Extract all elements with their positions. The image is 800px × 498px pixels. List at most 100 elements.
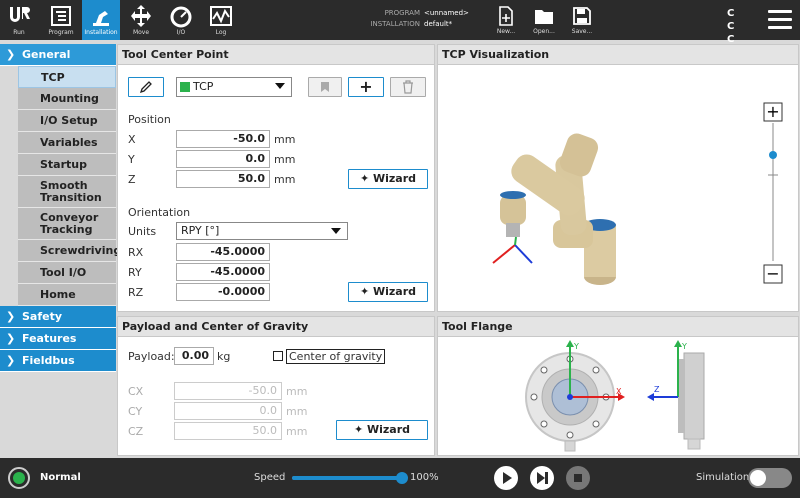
units-select-value: RPY [°]	[181, 224, 220, 237]
cz-input: 50.0	[174, 422, 282, 440]
step-button[interactable]	[530, 466, 554, 490]
units-select[interactable]: RPY [°]	[176, 222, 348, 240]
stop-button[interactable]	[566, 466, 590, 490]
tab-run[interactable]: Run	[0, 0, 38, 40]
sidebar-item-mounting[interactable]: Mounting	[18, 88, 116, 110]
tab-log[interactable]: Log	[202, 0, 240, 40]
bookmark-icon	[321, 82, 329, 92]
rx-input[interactable]: -45.0000	[176, 243, 270, 261]
payload-wizard-label: Wizard	[367, 423, 411, 436]
add-tcp-button[interactable]: +	[348, 77, 384, 97]
power-status-button[interactable]	[8, 467, 30, 489]
move-arrows-icon	[131, 5, 151, 27]
tab-move[interactable]: Move	[122, 0, 160, 40]
cog-checkbox[interactable]	[273, 351, 283, 361]
sidebar-section-fieldbus-label: Fieldbus	[22, 354, 75, 367]
open-button[interactable]: Open...	[525, 0, 563, 40]
tab-program-label: Program	[48, 29, 74, 36]
save-button[interactable]: Save...	[563, 0, 601, 40]
simulation-toggle[interactable]	[748, 468, 792, 488]
chevron-down-icon	[331, 228, 341, 234]
speed-slider-fill	[292, 476, 402, 480]
tab-installation[interactable]: Installation	[82, 0, 120, 40]
tab-move-label: Move	[132, 29, 150, 36]
wand-icon: ✦	[359, 172, 373, 185]
x-input[interactable]: -50.0	[176, 130, 270, 148]
sidebar-item-conveyor-tracking[interactable]: Conveyor Tracking	[18, 208, 116, 240]
z-input[interactable]: 50.0	[176, 170, 270, 188]
y-label: Y	[128, 153, 135, 166]
sidebar-section-safety-label: Safety	[22, 310, 63, 323]
new-label: New...	[496, 28, 516, 35]
tab-io-label: I/O	[176, 29, 186, 36]
x-unit: mm	[274, 133, 296, 146]
flange-diagram: Y X Y Z	[525, 340, 705, 452]
sidebar-section-general[interactable]: ❯ General	[0, 44, 116, 66]
play-icon	[503, 472, 512, 484]
ry-input[interactable]: -45.0000	[176, 263, 270, 281]
speed-slider-handle[interactable]	[396, 472, 408, 484]
speed-value: 100%	[410, 472, 439, 483]
orientation-label: Orientation	[128, 206, 191, 219]
sidebar-section-features[interactable]: ❯ Features	[0, 328, 116, 350]
cog-label[interactable]: Center of gravity	[286, 349, 386, 364]
y-input[interactable]: 0.0	[176, 150, 270, 168]
sidebar-item-tool-io[interactable]: Tool I/O	[18, 262, 116, 284]
tcp-select-value: TCP	[193, 80, 214, 93]
speed-slider[interactable]	[292, 472, 408, 484]
rz-label: RZ	[128, 286, 144, 299]
plus-icon: +	[766, 102, 779, 121]
chevron-down-icon: ❯	[6, 48, 16, 61]
payload-panel: Payload and Center of Gravity Payload: 0…	[117, 316, 435, 456]
installation-name: default*	[424, 20, 453, 28]
edit-tcp-button[interactable]	[128, 77, 164, 97]
robot-3d-view[interactable]: + −	[438, 65, 798, 311]
z-unit: mm	[274, 173, 296, 186]
delete-tcp-button[interactable]	[390, 77, 426, 97]
rz-input[interactable]: -0.0000	[176, 283, 270, 301]
flange-side-axis-y-label: Y	[681, 342, 687, 351]
sidebar-item-smooth-transition[interactable]: Smooth Transition	[18, 176, 116, 208]
sidebar-item-screwdriving[interactable]: Screwdriving	[18, 240, 121, 262]
bookmark-default-button[interactable]	[308, 77, 342, 97]
units-label: Units	[128, 225, 157, 238]
sidebar-item-tcp[interactable]: TCP	[18, 66, 116, 88]
rx-label: RX	[128, 246, 144, 259]
installation-label: INSTALLATION	[370, 20, 420, 28]
payload-input[interactable]: 0.00	[174, 347, 214, 365]
wand-icon: ✦	[353, 423, 367, 436]
sidebar-item-home[interactable]: Home	[18, 284, 116, 306]
ry-label: RY	[128, 266, 142, 279]
new-button[interactable]: New...	[487, 0, 525, 40]
position-wizard-button[interactable]: ✦ Wizard	[348, 169, 428, 189]
payload-panel-title: Payload and Center of Gravity	[118, 317, 434, 337]
open-label: Open...	[533, 28, 555, 35]
sidebar-section-fieldbus[interactable]: ❯ Fieldbus	[0, 350, 116, 372]
robot-status-label: Normal	[40, 472, 81, 483]
play-button[interactable]	[494, 466, 518, 490]
program-info: PROGRAM <unnamed> INSTALLATION default*	[370, 8, 468, 30]
ur-logo-icon	[10, 7, 30, 22]
sidebar-item-variables[interactable]: Variables	[18, 132, 116, 154]
simulation-label: Simulation	[696, 472, 750, 483]
orientation-wizard-button[interactable]: ✦ Wizard	[348, 282, 428, 302]
tcp-select[interactable]: TCP	[176, 77, 292, 97]
payload-wizard-button[interactable]: ✦ Wizard	[336, 420, 428, 440]
minus-icon: −	[766, 264, 779, 283]
tab-io[interactable]: I/O	[162, 0, 200, 40]
tab-program[interactable]: Program	[42, 0, 80, 40]
z-label: Z	[128, 173, 136, 186]
cz-unit: mm	[286, 425, 308, 438]
zoom-slider-handle	[769, 151, 777, 159]
bottom-bar: Normal Speed 100% Simulation	[0, 458, 800, 498]
hamburger-menu-icon[interactable]	[768, 10, 792, 30]
sidebar-item-io-setup[interactable]: I/O Setup	[18, 110, 116, 132]
flange-axis-y-label: Y	[573, 342, 579, 351]
sidebar-section-safety[interactable]: ❯ Safety	[0, 306, 116, 328]
tab-run-label: Run	[13, 29, 25, 36]
cy-unit: mm	[286, 405, 308, 418]
io-gauge-icon	[170, 6, 192, 28]
plus-icon: +	[359, 77, 373, 96]
sidebar-item-startup[interactable]: Startup	[18, 154, 116, 176]
sidebar-section-general-label: General	[22, 48, 71, 61]
